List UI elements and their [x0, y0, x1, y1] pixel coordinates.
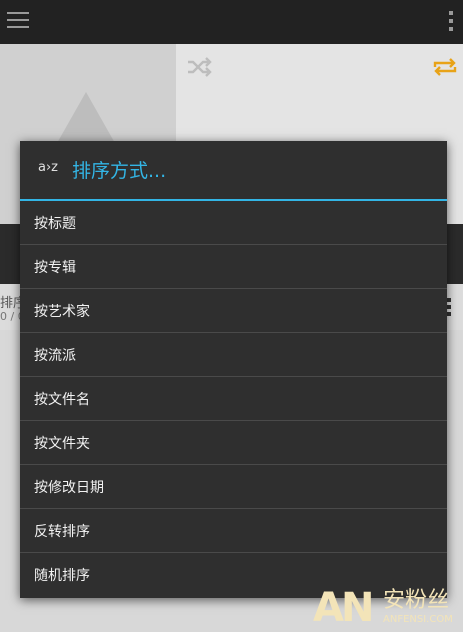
option-label: 反转排序	[34, 524, 90, 540]
sort-option-filename[interactable]: 按文件名	[20, 377, 447, 421]
sort-option-artist[interactable]: 按艺术家	[20, 289, 447, 333]
sort-option-title[interactable]: 按标题	[20, 201, 447, 245]
sort-option-folder[interactable]: 按文件夹	[20, 421, 447, 465]
option-label: 按流派	[34, 348, 76, 364]
sort-option-album[interactable]: 按专辑	[20, 245, 447, 289]
watermark-url: ANFENSI.COM	[383, 614, 453, 625]
sort-options-list: 按标题 按专辑 按艺术家 按流派 按文件名 按文件夹 按修改日期 反转排序 随机…	[20, 201, 447, 596]
option-label: 按文件夹	[34, 436, 90, 452]
sort-option-genre[interactable]: 按流派	[20, 333, 447, 377]
option-label: 按文件名	[34, 392, 90, 408]
dialog-title: 排序方式...	[72, 160, 167, 182]
option-label: 按艺术家	[34, 304, 90, 320]
sort-az-icon: a›z	[38, 160, 58, 175]
dialog-header: a›z 排序方式...	[20, 141, 447, 201]
option-label: 按专辑	[34, 260, 76, 276]
sort-dialog: a›z 排序方式... 按标题 按专辑 按艺术家 按流派 按文件名 按文件夹 按…	[20, 141, 447, 598]
site-watermark: AN 安粉丝 ANFENSI.COM	[313, 586, 463, 632]
sort-option-modified-date[interactable]: 按修改日期	[20, 465, 447, 509]
watermark-name: 安粉丝	[383, 588, 450, 613]
sort-option-reverse[interactable]: 反转排序	[20, 509, 447, 553]
option-label: 随机排序	[34, 568, 90, 584]
option-label: 按修改日期	[34, 480, 104, 496]
watermark-logo: AN	[313, 585, 374, 631]
music-player-screen: 排序 0 / 0 a›z 排序方式... 按标题 按专辑 按艺术家 按流派 按文…	[0, 0, 463, 632]
option-label: 按标题	[34, 216, 76, 232]
